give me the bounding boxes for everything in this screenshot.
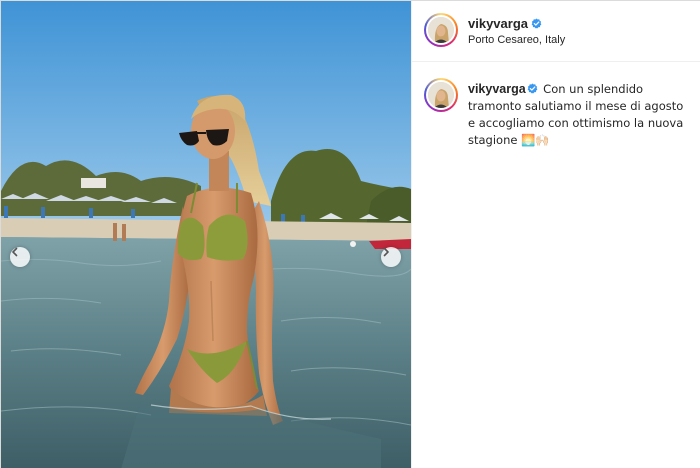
post-photo[interactable] xyxy=(1,1,411,468)
chevron-left-icon xyxy=(12,247,18,257)
caption-avatar[interactable] xyxy=(424,78,458,112)
username-link[interactable]: vikyvarga xyxy=(468,16,528,31)
avatar-ring xyxy=(426,15,456,45)
profile-picture xyxy=(428,17,454,43)
verified-badge-icon xyxy=(531,18,542,29)
instagram-post: vikyvarga Porto Cesareo, Italy vikyvarga… xyxy=(0,0,700,468)
avatar-ring xyxy=(426,80,456,110)
next-photo-button[interactable] xyxy=(381,247,401,267)
post-header: vikyvarga Porto Cesareo, Italy xyxy=(412,1,700,62)
chevron-right-icon xyxy=(383,247,389,257)
avatar[interactable] xyxy=(424,13,458,47)
post-caption: vikyvarga Con un splendido tramonto salu… xyxy=(468,81,690,149)
post-side-panel: vikyvarga Porto Cesareo, Italy vikyvarga… xyxy=(411,1,700,468)
profile-picture xyxy=(428,82,454,108)
verified-badge-icon xyxy=(527,83,538,94)
beach-photo-illustration xyxy=(1,1,411,468)
avatar-image xyxy=(428,82,454,108)
location-link[interactable]: Porto Cesareo, Italy xyxy=(468,34,565,46)
previous-photo-button[interactable] xyxy=(10,247,30,267)
caption-username-link[interactable]: vikyvarga xyxy=(468,82,526,96)
header-username-row: vikyvarga xyxy=(468,16,542,31)
avatar-image xyxy=(428,17,454,43)
